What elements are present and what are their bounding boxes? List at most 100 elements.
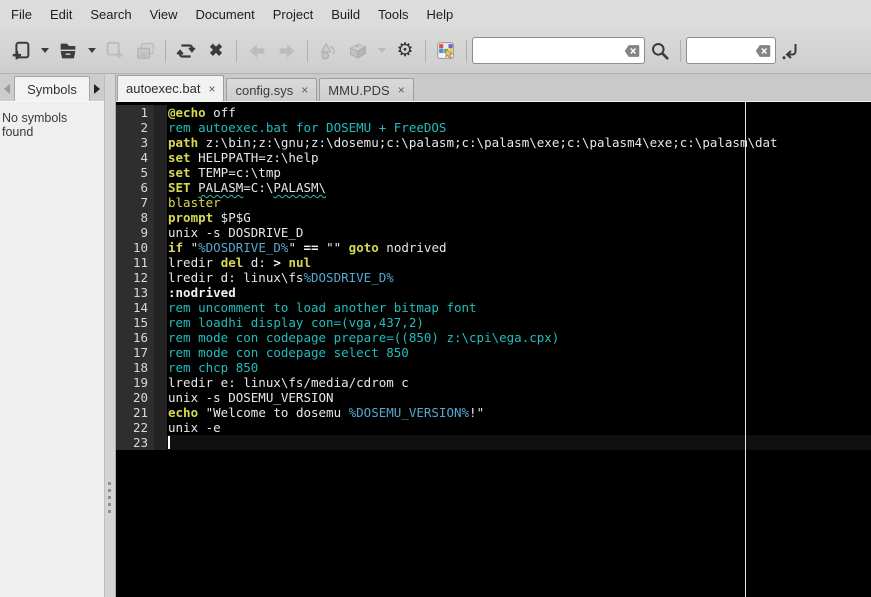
code-line[interactable]: 23 (116, 435, 871, 450)
revert-button[interactable] (171, 34, 201, 68)
code-text[interactable]: rem loadhi display con=(vga,437,2) (167, 315, 871, 330)
code-line[interactable]: 20 unix -s DOSEMU_VERSION (116, 390, 871, 405)
fold-margin (154, 330, 167, 345)
menu-help[interactable]: Help (418, 1, 463, 28)
clear-input-icon[interactable] (624, 44, 640, 58)
line-number: 7 (116, 195, 154, 210)
open-button[interactable] (53, 34, 83, 68)
code-line[interactable]: 22 unix -e (116, 420, 871, 435)
tab-close-icon[interactable]: × (301, 84, 308, 96)
goto-line-input[interactable] (691, 42, 755, 59)
code-line[interactable]: 14 rem uncomment to load another bitmap f… (116, 300, 871, 315)
clear-input-icon[interactable] (755, 44, 771, 58)
pane-splitter[interactable] (104, 74, 116, 597)
code-line[interactable]: 16 rem mode con codepage prepare=((850) z… (116, 330, 871, 345)
tab-config.sys[interactable]: config.sys × (226, 78, 318, 101)
save-button[interactable] (100, 34, 130, 68)
code-text[interactable]: set HELPPATH=z:\help (167, 150, 871, 165)
back-button[interactable] (242, 34, 272, 68)
code-line[interactable]: 7 blaster (116, 195, 871, 210)
sidebar-tab-label: Symbols (27, 81, 77, 97)
code-line[interactable]: 15 rem loadhi display con=(vga,437,2) (116, 315, 871, 330)
menu-build[interactable]: Build (322, 1, 369, 28)
code-line[interactable]: 3 path z:\bin;z:\gnu;z:\dosemu;c:\palasm;… (116, 135, 871, 150)
code-line[interactable]: 13:nodrived (116, 285, 871, 300)
open-menu-button[interactable] (83, 34, 100, 68)
code-text[interactable]: set TEMP=c:\tmp (167, 165, 871, 180)
line-number: 16 (116, 330, 154, 345)
new-menu-button[interactable] (36, 34, 53, 68)
menu-project[interactable]: Project (264, 1, 322, 28)
code-text[interactable]: rem chcp 850 (167, 360, 871, 375)
code-line[interactable]: 18 rem chcp 850 (116, 360, 871, 375)
new-button[interactable] (6, 34, 36, 68)
toolbar-separator (466, 39, 467, 62)
code-area[interactable]: 1 @echo off 2 rem autoexec.bat for DOSEMU +… (116, 102, 871, 450)
code-text[interactable]: SET PALASM=C:\PALASM\ (167, 180, 871, 195)
close-document-button[interactable]: ✖ (201, 34, 231, 68)
code-line[interactable]: 19 lredir e: linux\fs/media/cdrom c (116, 375, 871, 390)
code-line[interactable]: 6 SET PALASM=C:\PALASM\ (116, 180, 871, 195)
code-line[interactable]: 17 rem mode con codepage select 850 (116, 345, 871, 360)
fold-margin (154, 135, 167, 150)
execute-button[interactable]: ⚙ (390, 34, 420, 68)
goto-line-button[interactable] (776, 34, 806, 68)
sidebar-scroll-left-button[interactable] (0, 77, 14, 101)
code-line[interactable]: 11 lredir del d: > nul (116, 255, 871, 270)
build-menu-button[interactable] (373, 34, 390, 68)
tab-autoexec.bat[interactable]: autoexec.bat × (117, 75, 225, 101)
color-chooser-button[interactable] (431, 34, 461, 68)
code-text[interactable]: path z:\bin;z:\gnu;z:\dosemu;c:\palasm;c… (167, 135, 871, 150)
code-text[interactable]: lredir e: linux\fs/media/cdrom c (167, 375, 871, 390)
menu-file[interactable]: File (2, 1, 41, 28)
line-number: 8 (116, 210, 154, 225)
code-text[interactable]: echo "Welcome to dosemu %DOSEMU_VERSION%… (167, 405, 871, 420)
code-text[interactable]: unix -e (167, 420, 871, 435)
code-text[interactable]: lredir d: linux\fs%DOSDRIVE_D% (167, 270, 871, 285)
code-line[interactable]: 10 if "%DOSDRIVE_D%" == "" goto nodrived (116, 240, 871, 255)
code-text[interactable]: unix -s DOSEMU_VERSION (167, 390, 871, 405)
code-line[interactable]: 5 set TEMP=c:\tmp (116, 165, 871, 180)
menu-tools[interactable]: Tools (369, 1, 417, 28)
code-text[interactable]: lredir del d: > nul (167, 255, 871, 270)
code-text[interactable] (167, 435, 871, 450)
menu-edit[interactable]: Edit (41, 1, 81, 28)
code-line[interactable]: 12 lredir d: linux\fs%DOSDRIVE_D% (116, 270, 871, 285)
search-entry[interactable] (472, 37, 645, 64)
code-text[interactable]: rem autoexec.bat for DOSEMU + FreeDOS (167, 120, 871, 135)
tab-symbols[interactable]: Symbols (14, 76, 90, 101)
build-button[interactable] (343, 34, 373, 68)
tab-close-icon[interactable]: × (208, 83, 215, 95)
forward-button[interactable] (272, 34, 302, 68)
compile-button[interactable] (313, 34, 343, 68)
code-text[interactable]: if "%DOSDRIVE_D%" == "" goto nodrived (167, 240, 871, 255)
sidebar-scroll-right-button[interactable] (90, 77, 104, 101)
code-line[interactable]: 4 set HELPPATH=z:\help (116, 150, 871, 165)
search-button[interactable] (645, 34, 675, 68)
code-text[interactable]: rem uncomment to load another bitmap fon… (167, 300, 871, 315)
menu-document[interactable]: Document (187, 1, 264, 28)
code-line[interactable]: 1 @echo off (116, 105, 871, 120)
code-line[interactable]: 8 prompt $P$G (116, 210, 871, 225)
search-input[interactable] (477, 42, 624, 59)
menu-view[interactable]: View (141, 1, 187, 28)
menu-search[interactable]: Search (81, 1, 140, 28)
reload-icon (176, 43, 196, 58)
tab-MMU.PDS[interactable]: MMU.PDS × (319, 78, 414, 101)
code-text[interactable]: unix -s DOSDRIVE_D (167, 225, 871, 240)
code-line[interactable]: 9 unix -s DOSDRIVE_D (116, 225, 871, 240)
code-line[interactable]: 21 echo "Welcome to dosemu %DOSEMU_VERSIO… (116, 405, 871, 420)
editor-pane: autoexec.bat × config.sys × MMU.PDS × 1 @echo … (116, 74, 871, 597)
editor[interactable]: 1 @echo off 2 rem autoexec.bat for DOSEMU +… (116, 102, 871, 597)
save-all-button[interactable] (130, 34, 160, 68)
code-text[interactable]: :nodrived (167, 285, 871, 300)
no-symbols-message: No symbols found (2, 111, 68, 139)
goto-line-entry[interactable] (686, 37, 776, 64)
code-text[interactable]: @echo off (167, 105, 871, 120)
code-line[interactable]: 2 rem autoexec.bat for DOSEMU + FreeDOS (116, 120, 871, 135)
code-text[interactable]: blaster (167, 195, 871, 210)
code-text[interactable]: rem mode con codepage prepare=((850) z:\… (167, 330, 871, 345)
code-text[interactable]: rem mode con codepage select 850 (167, 345, 871, 360)
tab-close-icon[interactable]: × (398, 84, 405, 96)
code-text[interactable]: prompt $P$G (167, 210, 871, 225)
